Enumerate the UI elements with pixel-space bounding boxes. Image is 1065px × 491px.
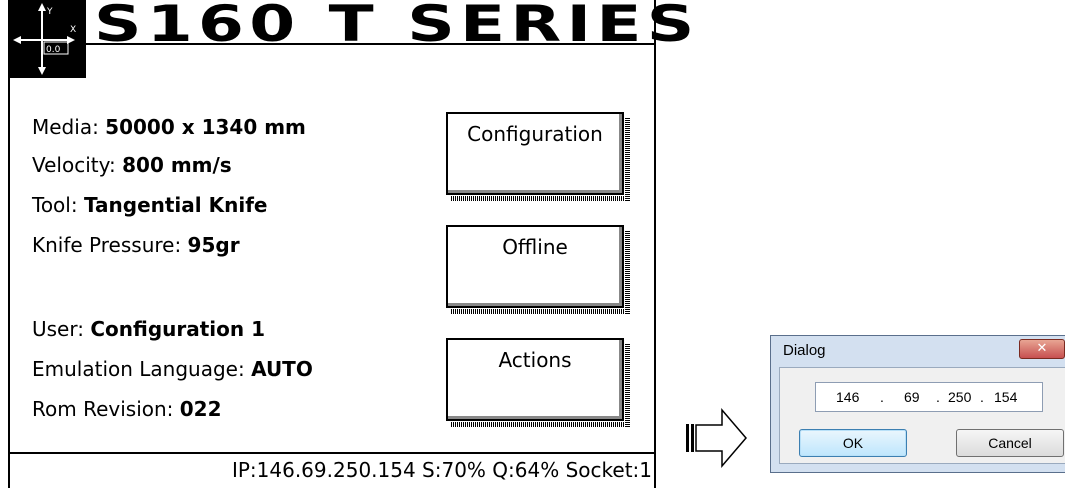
ip-octet-3[interactable]: 250	[948, 389, 971, 405]
rom-revision-info: Rom Revision: 022	[32, 397, 222, 421]
dialog-title: Dialog	[783, 342, 826, 359]
user-label: User:	[32, 317, 91, 341]
close-icon[interactable]: ✕	[1019, 339, 1065, 359]
rom-revision-value: 022	[179, 397, 222, 421]
logo-x-label: X	[70, 25, 76, 35]
status-divider	[10, 452, 654, 454]
tool-info: Tool: Tangential Knife	[32, 193, 267, 217]
configuration-button[interactable]: Configuration	[446, 112, 630, 201]
ip-address-input[interactable]: 146 . 69 . 250 . 154	[815, 382, 1043, 412]
ok-button[interactable]: OK	[799, 429, 907, 457]
media-label: Media:	[32, 115, 106, 139]
ip-dot-1: .	[880, 389, 884, 405]
media-info: Media: 50000 x 1340 mm	[32, 115, 306, 139]
offline-button[interactable]: Offline	[446, 225, 630, 314]
device-title: S160 T SERIES	[94, 0, 700, 53]
ip-octet-4[interactable]: 154	[994, 389, 1017, 405]
user-info: User: Configuration 1	[32, 317, 265, 341]
knife-pressure-label: Knife Pressure:	[32, 233, 188, 257]
logo-y-label: Y	[46, 7, 53, 17]
logo-origin-label: 0.0	[46, 45, 61, 55]
right-arrow-icon	[686, 408, 747, 468]
emulation-language-info: Emulation Language: AUTO	[32, 357, 313, 381]
velocity-info: Velocity: 800 mm/s	[32, 153, 232, 177]
emulation-language-label: Emulation Language:	[32, 357, 252, 381]
knife-pressure-info: Knife Pressure: 95gr	[32, 233, 240, 257]
device-logo: Y X 0.0	[10, 0, 86, 78]
actions-button[interactable]: Actions	[446, 338, 630, 427]
cancel-button[interactable]: Cancel	[956, 429, 1064, 457]
media-value: 50000 x 1340 mm	[105, 115, 306, 139]
title-divider	[86, 43, 654, 45]
actions-button-label: Actions	[498, 348, 572, 372]
tool-value: Tangential Knife	[83, 193, 268, 217]
tool-label: Tool:	[32, 193, 84, 217]
axes-logo-icon: Y X 0.0	[13, 3, 76, 75]
user-value: Configuration 1	[90, 317, 266, 341]
status-bar: IP:146.69.250.154 S:70% Q:64% Socket:1	[231, 458, 652, 482]
velocity-label: Velocity:	[32, 153, 123, 177]
offline-button-label: Offline	[502, 235, 568, 259]
velocity-value: 800 mm/s	[122, 153, 232, 177]
ip-dot-3: .	[980, 389, 984, 405]
ip-octet-2[interactable]: 69	[904, 389, 920, 405]
dialog-body: 146 . 69 . 250 . 154 OK Cancel	[779, 367, 1065, 464]
rom-revision-label: Rom Revision:	[32, 397, 180, 421]
ip-dialog: Dialog ✕ 146 . 69 . 250 . 154 OK Cancel	[770, 335, 1065, 473]
emulation-language-value: AUTO	[251, 357, 313, 381]
device-panel: Y X 0.0 S160 T SERIES Media: 50000 x 134…	[8, 0, 694, 488]
configuration-button-label: Configuration	[467, 122, 603, 146]
ip-dot-2: .	[936, 389, 940, 405]
ip-octet-1[interactable]: 146	[836, 389, 859, 405]
knife-pressure-value: 95gr	[187, 233, 240, 257]
